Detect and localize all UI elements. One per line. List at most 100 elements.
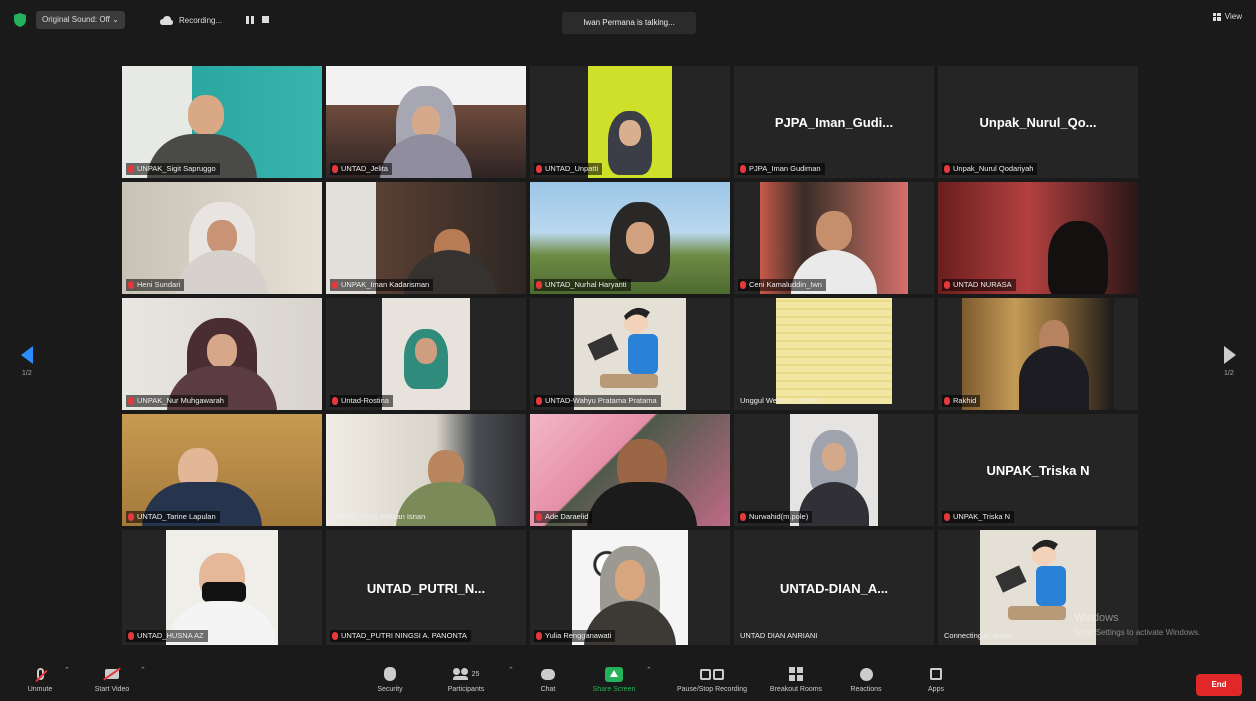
security-button[interactable]: Security [355,664,425,693]
breakout-rooms-label: Breakout Rooms [769,686,823,693]
muted-mic-icon [740,165,746,173]
pause-stop-recording-label: Pause/Stop Recording [676,686,748,693]
participant-name-label: UNPAK_Iding Ridwan Isnan [332,512,426,521]
participant-name-label: UNPAK_Iman Kadarisman [330,279,434,291]
participant-name-label: UNTAD_Jelita [330,163,392,175]
participant-tile[interactable]: UNTAD_Tarine Lapulan [122,414,322,526]
encryption-shield-icon[interactable] [14,13,26,27]
participant-tile[interactable]: UNTAD NURASA [938,182,1138,294]
participant-tile[interactable]: Heni Sundari [122,182,322,294]
share-screen-button[interactable]: Share Screen [579,664,649,693]
muted-mic-icon [944,513,950,521]
grid-view-icon [1212,12,1221,21]
participant-tile[interactable]: UNPAK_Sigit Sapruggo [122,66,322,178]
start-video-button[interactable]: Start Video [77,664,147,693]
view-button[interactable]: View [1212,12,1242,21]
participant-tile[interactable]: UNTAD_Unpatti [530,66,730,178]
muted-mic-icon [944,397,950,405]
security-shield-icon [384,667,396,681]
participant-name-label: Ceni Kamaluddin_Iwn [738,279,826,291]
video-off-icon [105,669,119,679]
participant-tile[interactable]: UNPAK_Iding Ridwan Isnan [326,414,526,526]
top-bar: Original Sound: Off ⌄ Recording... Iwan … [0,0,1256,40]
video-options-caret-icon[interactable]: ⌃ [140,666,146,674]
participant-name-label: UNTAD DIAN ANRIANI [740,631,818,640]
participant-tile[interactable]: UNPAK_Triska N UNPAK_Triska N [938,414,1138,526]
participant-tile[interactable]: UNPAK_Iman Kadarisman [326,182,526,294]
audio-options-caret-icon[interactable]: ⌃ [64,666,70,674]
breakout-rooms-icon [789,667,803,681]
participant-tile[interactable]: Yulia Rengganawati [530,530,730,645]
participant-tile[interactable]: PJPA_Iman_Gudi... PJPA_Iman Gudiman [734,66,934,178]
participant-tile[interactable]: Untad-Rostina [326,298,526,410]
participant-tile[interactable]: UNTAD_Jelita [326,66,526,178]
participant-tile[interactable]: Ade Daraelid [530,414,730,526]
next-page-number: 1/2 [1224,370,1234,377]
previous-page-arrow-icon[interactable] [21,346,33,364]
participants-button[interactable]: 25 Participants [431,664,501,693]
participant-tile[interactable]: UNTAD-DIAN_A... UNTAD DIAN ANRIANI [734,530,934,645]
share-options-caret-icon[interactable]: ⌃ [646,666,652,674]
participant-name-label: UNPAK_Triska N [942,511,1015,523]
windows-watermark-subtitle: Go to Settings to activate Windows. [1074,628,1201,637]
face-mask [202,582,246,602]
participant-name-label: UNTAD_Nurhal Haryanti [534,279,631,291]
participant-name-label: UNTAD_Tarine Lapulan [126,511,220,523]
muted-mic-icon [332,281,338,289]
participant-tile[interactable]: UNTAD_HUSNA AZ [122,530,322,645]
chat-label: Chat [540,686,556,693]
participant-name-label: Nurwahid(m.pole) [738,511,813,523]
muted-mic-icon [128,632,134,640]
participant-tile[interactable]: Rakhid [938,298,1138,410]
default-avatar-illustration [995,539,1066,620]
participant-tile[interactable]: Ceni Kamaluddin_Iwn [734,182,934,294]
recording-indicator: Recording... [160,11,270,29]
previous-page-number: 1/2 [22,370,32,377]
share-screen-label: Share Screen [592,686,636,693]
participant-name-label: UNTAD NURASA [942,279,1016,291]
breakout-rooms-button[interactable]: Breakout Rooms [761,664,831,693]
participant-tile[interactable]: UNTAD-Wahyu Pratama Pratama [530,298,730,410]
end-meeting-button[interactable]: End [1196,674,1242,696]
reactions-label: Reactions [850,686,882,693]
participant-name-label: PJPA_Iman Gudiman [738,163,825,175]
muted-mic-icon [128,281,134,289]
muted-mic-icon [128,513,134,521]
muted-mic-icon [536,281,542,289]
zoom-meeting-window: Original Sound: Off ⌄ Recording... Iwan … [0,0,1256,701]
apps-label: Apps [928,686,944,693]
pause-recording-icon[interactable] [246,16,255,24]
participants-icon [452,668,469,680]
participant-name-label: Ade Daraelid [534,511,593,523]
participant-name-label: UNTAD_HUSNA AZ [126,630,208,642]
chat-button[interactable]: Chat [513,664,583,693]
next-page-arrow-icon[interactable] [1224,346,1236,364]
participant-name-label: UNPAK_Nur Muhgawarah [126,395,228,407]
reactions-button[interactable]: Reactions [831,664,901,693]
participant-name-placeholder: UNTAD_PUTRI_N... [366,580,486,596]
pause-stop-recording-button[interactable]: Pause/Stop Recording [662,664,762,693]
muted-mic-icon [740,513,746,521]
view-label: View [1224,12,1242,21]
participant-tile[interactable]: UNTAD_Nurhal Haryanti [530,182,730,294]
participant-name-label: Unggul Website UNTAD [740,396,821,405]
participant-tile[interactable]: Unpak_Nurul_Qo... Unpak_Nurul Qodariyah [938,66,1138,178]
unmute-label: Unmute [27,686,53,693]
participant-tile[interactable]: Nurwahid(m.pole) [734,414,934,526]
participant-name-placeholder: Unpak_Nurul_Qo... [979,115,1097,131]
participant-tile[interactable]: UNPAK_Nur Muhgawarah [122,298,322,410]
apps-button[interactable]: Apps [901,664,971,693]
participant-name-label: Connecting to Audio... [944,631,1018,640]
original-sound-button[interactable]: Original Sound: Off ⌄ [36,11,125,29]
reactions-smiley-icon [859,667,873,681]
active-speaker-banner: Iwan Permana is talking... [562,12,696,34]
participant-name-label: UNTAD-Wahyu Pratama Pratama [534,395,661,407]
participant-tile[interactable]: Unggul Website UNTAD [734,298,934,410]
participant-tile[interactable]: UNTAD_PUTRI_N... UNTAD_PUTRI NINGSI A. P… [326,530,526,645]
participant-count: 25 [471,670,480,678]
muted-mic-icon [944,281,950,289]
muted-mic-icon [332,397,338,405]
stop-recording-icon[interactable] [262,16,270,23]
muted-mic-icon [944,165,950,173]
participant-name-placeholder: PJPA_Iman_Gudi... [774,115,894,131]
